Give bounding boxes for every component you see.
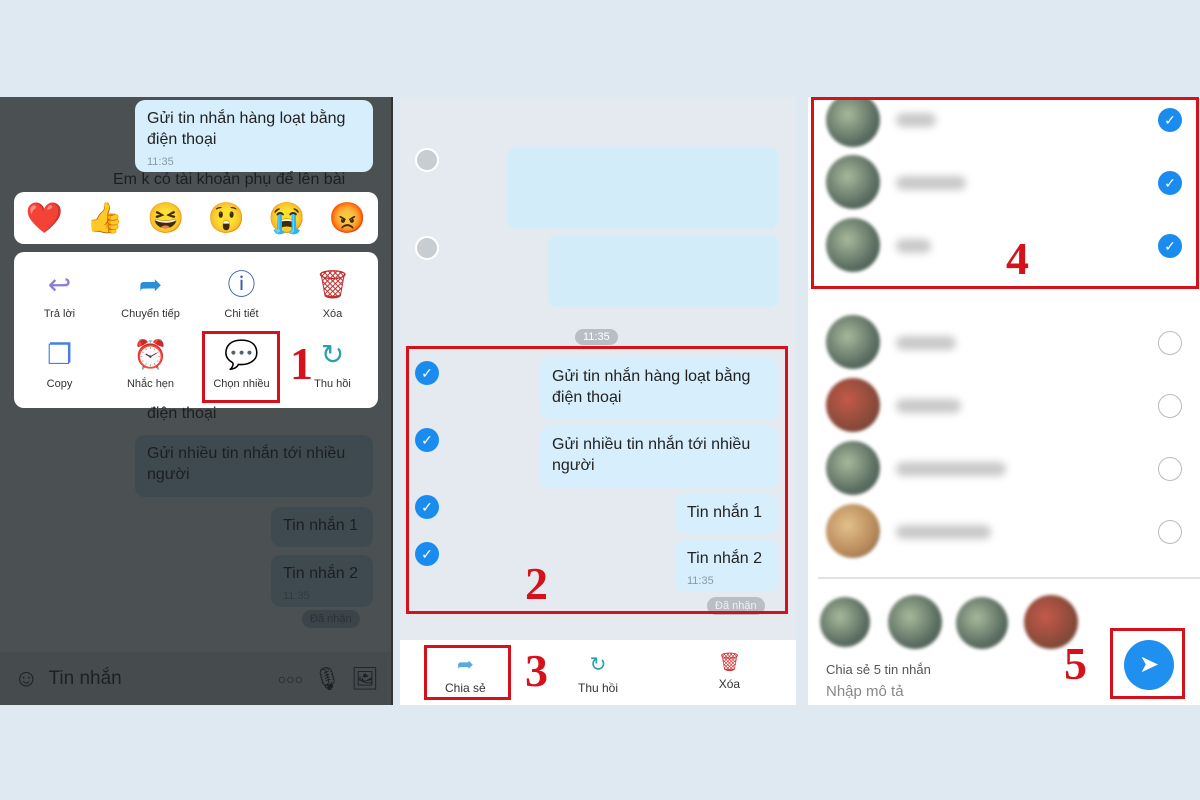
step-5-label: 5: [1064, 638, 1087, 689]
selected-recipient-avatar[interactable]: [888, 595, 942, 649]
step-4-label: 4: [1006, 233, 1029, 284]
menu-item-delete[interactable]: 🗑 Xóa: [287, 260, 378, 330]
step-2-highlight: [406, 346, 788, 614]
recall-icon: ↻: [320, 339, 345, 370]
blurred-message: [507, 147, 779, 229]
reply-icon: ↩: [47, 269, 72, 300]
sticker-icon[interactable]: ☺: [14, 665, 39, 693]
menu-item-forward[interactable]: ➦ Chuyển tiếp: [105, 260, 196, 330]
laughing-reaction-icon[interactable]: 😆: [147, 201, 184, 236]
contact-name-blurred: [896, 336, 956, 350]
time-divider: 11:35: [575, 329, 618, 345]
selected-recipient-avatar[interactable]: [820, 597, 870, 647]
unselected-circle[interactable]: [415, 236, 439, 260]
blurred-message: [548, 235, 779, 307]
message-text: Tin nhắn 2: [283, 565, 359, 582]
image-icon[interactable]: 🖼: [351, 666, 379, 692]
message-bubble[interactable]: Gửi tin nhắn hàng loạt bằng điện thoại 1…: [135, 100, 373, 172]
chat-context-menu-panel: Gửi tin nhắn hàng loạt bằng điện thoại 1…: [0, 97, 393, 705]
contact-name-blurred: [896, 462, 1006, 476]
message-time: 11:35: [147, 156, 174, 168]
step-3-highlight: [424, 645, 511, 700]
menu-label: Xóa: [322, 308, 343, 320]
send-button[interactable]: ➤: [1124, 640, 1174, 690]
dimmed-message: điện thoại: [147, 405, 217, 422]
dimmed-message: Tin nhắn 1: [271, 507, 373, 547]
menu-item-reminder[interactable]: ⏰ Nhắc hẹn: [105, 330, 196, 400]
share-recipients-panel: ✓ ✓ ✓ 4 Chia sẻ 5 tin nhắn Nhập mô tả 5 …: [808, 97, 1200, 705]
dimmed-message: Gửi nhiều tin nhắn tới nhiều người: [135, 435, 373, 497]
incoming-message: Em k có tài khoản phụ để lên bài: [113, 171, 346, 188]
unchecked-circle[interactable]: [1158, 394, 1182, 418]
step-2-label: 2: [525, 558, 548, 609]
unselected-circle[interactable]: [415, 148, 439, 172]
message-text: Gửi tin nhắn hàng loạt bằng điện thoại: [147, 110, 346, 148]
recall-button[interactable]: ↻ Thu hồi: [578, 652, 618, 695]
received-status: Đã nhận: [302, 610, 360, 628]
unchecked-circle[interactable]: [1158, 331, 1182, 355]
unchecked-circle[interactable]: [1158, 457, 1182, 481]
reaction-bar: ❤️ 👍 😆 😲 😭 😡: [14, 192, 378, 244]
crying-reaction-icon[interactable]: 😭: [268, 201, 305, 236]
menu-label: Nhắc hẹn: [126, 378, 175, 390]
surprised-reaction-icon[interactable]: 😲: [208, 201, 245, 236]
step-4-highlight: [811, 97, 1199, 289]
message-text: Gửi nhiều tin nhắn tới nhiều người: [147, 445, 346, 483]
menu-label: Chuyển tiếp: [121, 308, 180, 320]
trash-icon: 🗑: [314, 269, 351, 300]
menu-label: Chi tiết: [224, 308, 259, 320]
message-input-bar: ☺ Tin nhắn ○○○ 🎙 🖼: [0, 652, 391, 705]
recall-label: Thu hồi: [578, 681, 619, 695]
delete-button[interactable]: 🗑 Xóa: [718, 652, 741, 691]
step-1-highlight: [202, 331, 280, 403]
multi-select-panel: 11:35 ✓ Gửi tin nhắn hàng loạt bằng điện…: [400, 97, 796, 705]
send-icon: ➤: [1138, 651, 1160, 678]
unchecked-circle[interactable]: [1158, 520, 1182, 544]
microphone-icon[interactable]: 🎙: [313, 666, 341, 692]
step-1-label: 1: [290, 338, 313, 389]
contact-name-blurred: [896, 525, 991, 539]
divider: [818, 577, 1200, 579]
menu-label: Thu hồi: [314, 378, 351, 390]
step-3-label: 3: [525, 645, 548, 696]
contact-name-blurred: [896, 399, 961, 413]
copy-icon: ❐: [46, 339, 73, 370]
menu-item-reply[interactable]: ↩ Trả lời: [14, 260, 105, 330]
delete-label: Xóa: [718, 677, 741, 691]
angry-reaction-icon[interactable]: 😡: [329, 201, 366, 236]
forward-icon: ➦: [138, 269, 163, 300]
contact-avatar: [826, 504, 880, 558]
menu-item-copy[interactable]: ❐ Copy: [14, 330, 105, 400]
description-input[interactable]: Nhập mô tả: [826, 683, 904, 700]
message-action-menu: ↩ Trả lời ➦ Chuyển tiếp ⓘ Chi tiết 🗑 Xóa ❐ Co…: [14, 252, 378, 408]
alarm-icon: ⏰: [133, 339, 168, 370]
contact-avatar: [826, 441, 880, 495]
message-text: Tin nhắn 1: [283, 517, 359, 534]
menu-item-details[interactable]: ⓘ Chi tiết: [196, 260, 287, 330]
dimmed-message: Tin nhắn 2 11:35: [271, 555, 373, 607]
trash-icon: 🗑: [718, 652, 741, 672]
heart-reaction-icon[interactable]: ❤️: [26, 201, 63, 236]
menu-label: Trả lời: [43, 308, 76, 320]
selected-recipient-avatar[interactable]: [956, 597, 1008, 649]
thumbs-up-reaction-icon[interactable]: 👍: [86, 201, 123, 236]
contact-avatar: [826, 315, 880, 369]
selection-toolbar: ➦ Chia sẻ ↻ Thu hồi 🗑 Xóa 3: [400, 640, 796, 705]
share-summary: Chia sẻ 5 tin nhắn: [826, 662, 931, 677]
message-input[interactable]: Tin nhắn: [49, 668, 268, 690]
menu-label: Copy: [46, 378, 73, 390]
contact-avatar: [826, 378, 880, 432]
message-time: 11:35: [283, 590, 310, 602]
info-icon: ⓘ: [227, 269, 256, 300]
more-icon[interactable]: ○○○: [278, 671, 303, 687]
recall-icon: ↻: [589, 654, 607, 676]
